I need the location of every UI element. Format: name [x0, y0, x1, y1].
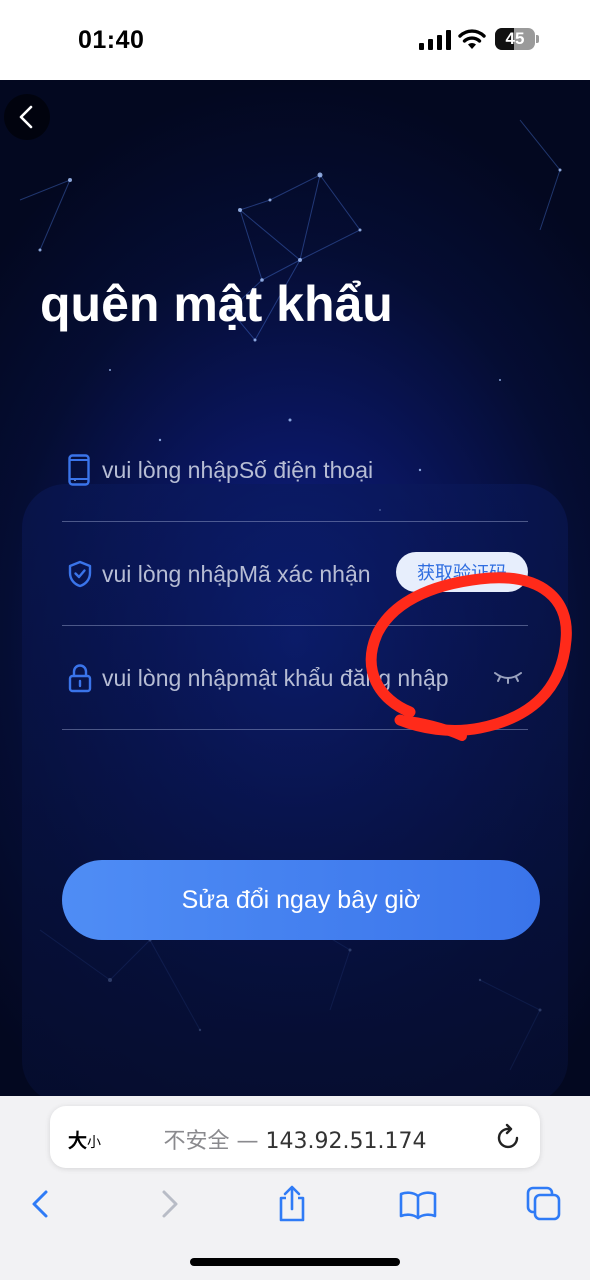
browser-toolbar: 大小 不安全 — 143.92.51.174: [0, 1096, 590, 1280]
reload-icon[interactable]: [496, 1123, 522, 1151]
cellular-signal-icon: [419, 30, 451, 50]
insecure-label: 不安全: [163, 1129, 230, 1154]
wifi-icon: [458, 29, 486, 49]
password-input[interactable]: [102, 656, 492, 700]
back-button[interactable]: [4, 94, 50, 140]
shield-icon: [68, 560, 92, 587]
url-text: 143.92.51.174: [265, 1129, 427, 1154]
submit-button[interactable]: Sửa đổi ngay bây giờ: [62, 860, 540, 940]
url-separator: —: [229, 1129, 266, 1154]
battery-percent: 45: [505, 29, 525, 48]
get-code-button[interactable]: 获取验证码: [396, 552, 528, 592]
home-indicator: [190, 1258, 400, 1266]
eye-closed-icon[interactable]: [492, 670, 524, 684]
back-icon: [19, 105, 33, 129]
lock-icon: [68, 663, 92, 692]
status-bar: 01:40 45: [0, 0, 590, 80]
address-bar[interactable]: 大小 不安全 — 143.92.51.174: [50, 1106, 540, 1168]
password-field: [62, 626, 528, 730]
battery-icon: 45: [495, 28, 539, 50]
chevron-left-icon[interactable]: [22, 1184, 62, 1224]
phone-icon: [68, 453, 90, 486]
share-icon[interactable]: [272, 1184, 312, 1224]
verification-code-input[interactable]: [102, 552, 392, 596]
page-title: quên mật khẩu: [40, 276, 393, 332]
phone-field: [62, 418, 528, 522]
chevron-right-icon[interactable]: [150, 1184, 190, 1224]
tabs-icon[interactable]: [524, 1184, 564, 1224]
phone-input[interactable]: [102, 448, 522, 492]
bookmarks-icon[interactable]: [398, 1184, 438, 1224]
status-time: 01:40: [78, 26, 145, 54]
url-display[interactable]: 不安全 — 143.92.51.174: [50, 1123, 540, 1155]
verification-code-field: 获取验证码: [62, 522, 528, 626]
